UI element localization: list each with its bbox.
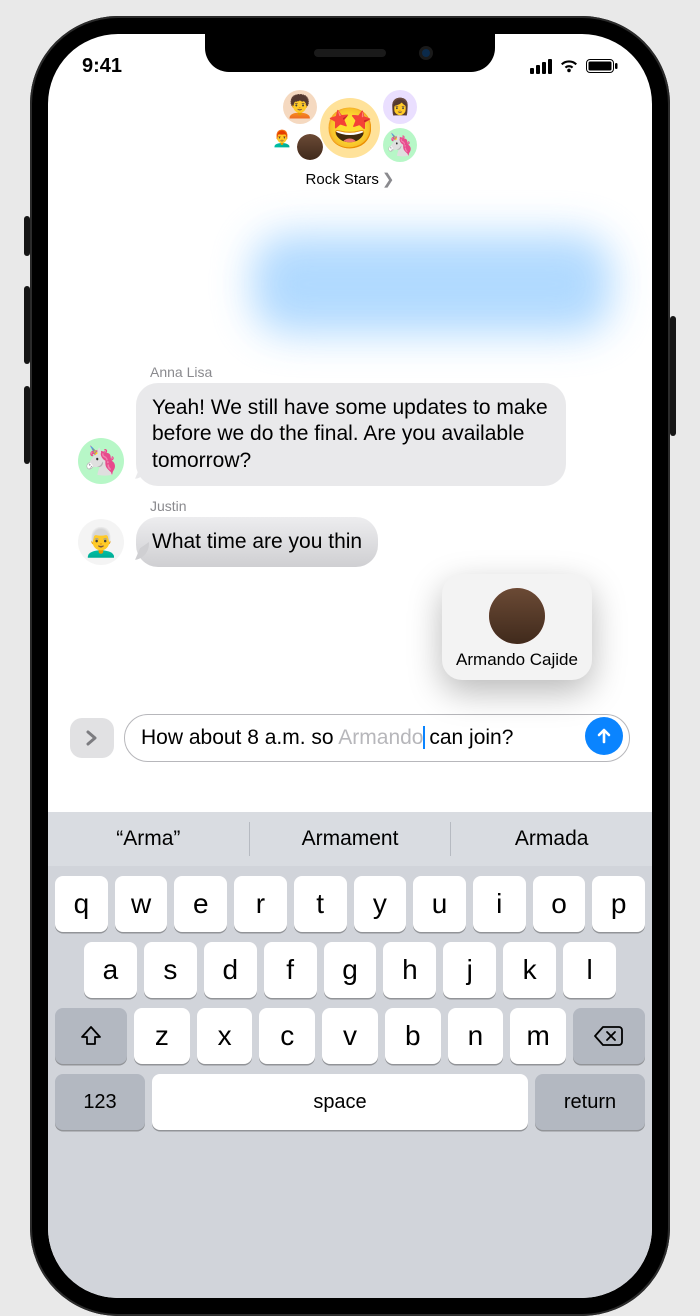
key-z[interactable]: z — [134, 1008, 190, 1064]
group-avatar: 🤩 — [320, 98, 380, 158]
key-k[interactable]: k — [503, 942, 556, 998]
key-j[interactable]: j — [443, 942, 496, 998]
battery-icon — [586, 59, 618, 73]
key-u[interactable]: u — [413, 876, 466, 932]
keyboard-row: q w e r t y u i o p — [48, 866, 652, 932]
compose-text-after: can join? — [424, 726, 514, 749]
expand-apps-button[interactable] — [70, 718, 114, 758]
prediction[interactable]: Armada — [450, 822, 652, 856]
compose-mention: Armando — [338, 726, 423, 749]
key-i[interactable]: i — [473, 876, 526, 932]
mute-switch — [24, 216, 30, 256]
status-time: 9:41 — [82, 55, 122, 78]
participant-avatar — [297, 134, 323, 160]
prediction[interactable]: Arma — [48, 812, 249, 866]
phone-frame: 9:41 🧑‍🦱 👩 👨‍🦰 🤩 🦄 — [30, 16, 670, 1316]
mention-suggestion[interactable]: Armando Cajide — [442, 574, 592, 680]
key-h[interactable]: h — [383, 942, 436, 998]
screen: 9:41 🧑‍🦱 👩 👨‍🦰 🤩 🦄 — [48, 34, 652, 1298]
key-d[interactable]: d — [204, 942, 257, 998]
key-p[interactable]: p — [592, 876, 645, 932]
side-button — [670, 316, 676, 436]
mention-avatar — [489, 588, 545, 644]
key-b[interactable]: b — [385, 1008, 441, 1064]
key-r[interactable]: r — [234, 876, 287, 932]
key-t[interactable]: t — [294, 876, 347, 932]
blurred-outgoing-message — [252, 234, 612, 334]
message-input[interactable]: How about 8 a.m. so Armando can join? — [124, 714, 630, 762]
conversation: Anna Lisa Yeah! We still have some updat… — [48, 204, 652, 1298]
key-n[interactable]: n — [448, 1008, 504, 1064]
backspace-key[interactable] — [573, 1008, 645, 1064]
keyboard-row: a s d f g h j k l — [48, 932, 652, 998]
wifi-icon — [558, 58, 580, 74]
participant-avatar: 🦄 — [383, 128, 417, 162]
notch — [205, 34, 495, 72]
keyboard-row: z x c v b n m — [48, 998, 652, 1064]
key-w[interactable]: w — [115, 876, 168, 932]
chevron-right-icon: ❯ — [382, 170, 395, 188]
message-row: Anna Lisa Yeah! We still have some updat… — [48, 364, 652, 486]
keyboard-row: 123 space return — [48, 1064, 652, 1130]
prediction-bar: Arma Armament Armada — [48, 812, 652, 866]
key-v[interactable]: v — [322, 1008, 378, 1064]
participant-avatar: 🧑‍🦱 — [283, 90, 317, 124]
key-y[interactable]: y — [354, 876, 407, 932]
key-x[interactable]: x — [197, 1008, 253, 1064]
key-o[interactable]: o — [533, 876, 586, 932]
key-a[interactable]: a — [84, 942, 137, 998]
prediction[interactable]: Armament — [249, 822, 451, 856]
compose-bar: How about 8 a.m. so Armando can join? — [70, 714, 630, 762]
participant-avatar: 👨‍🦰 — [269, 126, 295, 152]
participant-avatar: 👩 — [383, 90, 417, 124]
key-g[interactable]: g — [324, 942, 377, 998]
message-avatar: 👨‍🦳 — [78, 519, 124, 565]
key-f[interactable]: f — [264, 942, 317, 998]
message-sender: Justin — [150, 498, 624, 514]
group-avatar-cluster: 🧑‍🦱 👩 👨‍🦰 🤩 🦄 — [265, 90, 435, 166]
key-e[interactable]: e — [174, 876, 227, 932]
mention-name: Armando Cajide — [456, 650, 578, 670]
group-header[interactable]: 🧑‍🦱 👩 👨‍🦰 🤩 🦄 Rock Stars ❯ — [48, 90, 652, 188]
message-bubble[interactable]: Yeah! We still have some updates to make… — [136, 383, 566, 486]
space-key[interactable]: space — [152, 1074, 528, 1130]
volume-down-button — [24, 386, 30, 464]
compose-text-before: How about 8 a.m. so — [141, 726, 338, 749]
volume-up-button — [24, 286, 30, 364]
shift-key[interactable] — [55, 1008, 127, 1064]
message-row: Justin What time are you thin 👨‍🦳 — [48, 498, 652, 567]
group-name: Rock Stars — [306, 171, 379, 188]
cellular-icon — [530, 59, 552, 74]
message-bubble[interactable]: What time are you thin — [136, 517, 378, 567]
message-avatar: 🦄 — [78, 438, 124, 484]
key-m[interactable]: m — [510, 1008, 566, 1064]
key-s[interactable]: s — [144, 942, 197, 998]
message-sender: Anna Lisa — [150, 364, 624, 380]
key-q[interactable]: q — [55, 876, 108, 932]
numeric-key[interactable]: 123 — [55, 1074, 145, 1130]
text-caret — [423, 726, 425, 749]
return-key[interactable]: return — [535, 1074, 645, 1130]
keyboard: Arma Armament Armada q w e r t y u i o p — [48, 812, 652, 1298]
send-button[interactable] — [585, 717, 623, 755]
key-l[interactable]: l — [563, 942, 616, 998]
key-c[interactable]: c — [259, 1008, 315, 1064]
